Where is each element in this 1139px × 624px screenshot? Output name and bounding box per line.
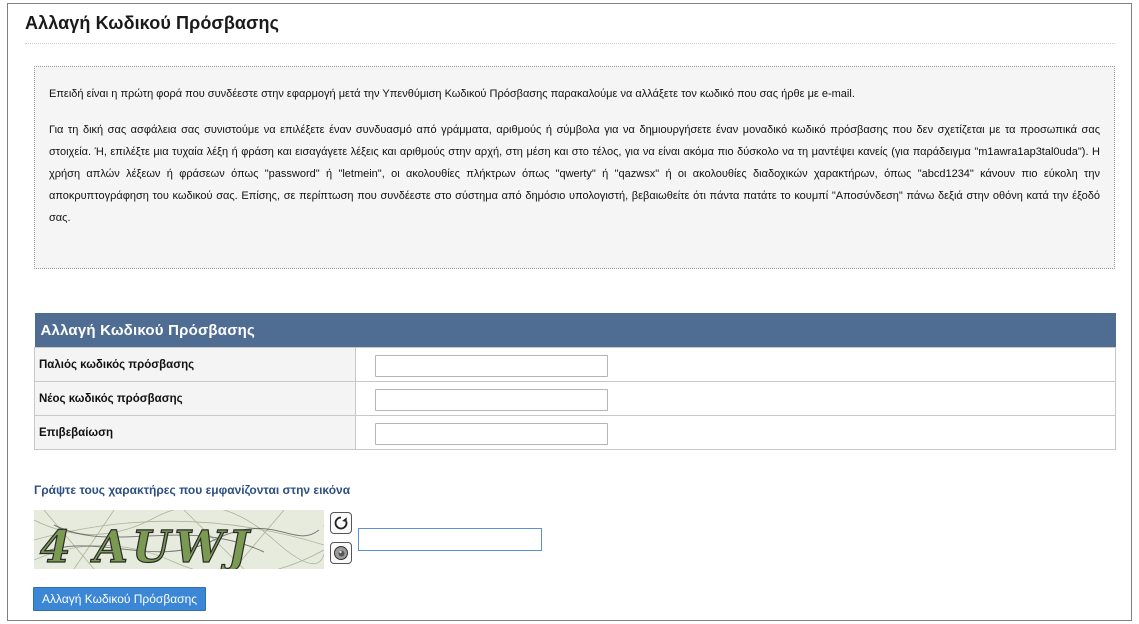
form-row-new-password: Νέος κωδικός πρόσβασης — [34, 381, 1116, 416]
confirm-password-cell — [355, 415, 1116, 450]
form-header-row: Αλλαγή Κωδικού Πρόσβασης — [34, 313, 1116, 348]
captcha-label: Γράψτε τους χαρακτήρες που εμφανίζονται … — [34, 483, 351, 497]
form-header: Αλλαγή Κωδικού Πρόσβασης — [34, 313, 1116, 348]
confirm-password-input[interactable] — [375, 422, 608, 445]
confirm-password-label: Επιβεβαίωση — [34, 415, 356, 450]
captcha-text: 4 AUWJ — [40, 522, 253, 569]
form-row-old-password: Παλιός κωδικός πρόσβασης — [34, 347, 1116, 382]
title-divider — [25, 43, 1115, 44]
audio-icon — [334, 546, 348, 560]
captcha-input[interactable] — [358, 528, 542, 551]
page-title: Αλλαγή Κωδικού Πρόσβασης — [25, 13, 280, 33]
new-password-input[interactable] — [375, 388, 608, 411]
refresh-icon — [334, 516, 348, 530]
captcha-image: 4 AUWJ — [34, 510, 324, 569]
captcha-graphic: 4 AUWJ — [34, 510, 324, 569]
old-password-cell — [355, 347, 1116, 382]
captcha-refresh-button[interactable] — [330, 512, 352, 534]
form-row-confirm: Επιβεβαίωση — [34, 415, 1116, 450]
change-password-submit-button[interactable]: Αλλαγή Κωδικού Πρόσβασης — [33, 587, 207, 611]
old-password-input[interactable] — [375, 354, 608, 377]
old-password-label: Παλιός κωδικός πρόσβασης — [34, 347, 356, 382]
change-password-form: Αλλαγή Κωδικού Πρόσβασης Παλιός κωδικός … — [34, 313, 1116, 450]
info-box: Επειδή είναι η πρώτη φορά που συνδέεστε … — [34, 66, 1115, 269]
info-paragraph-reminder: Επειδή είναι η πρώτη φορά που συνδέεστε … — [49, 88, 855, 100]
new-password-label: Νέος κωδικός πρόσβασης — [34, 381, 356, 416]
captcha-audio-button[interactable] — [330, 542, 352, 564]
new-password-cell — [355, 381, 1116, 416]
info-paragraph-security-advice: Για τη δική σας ασφάλεια σας συνιστούμε … — [49, 124, 1100, 224]
